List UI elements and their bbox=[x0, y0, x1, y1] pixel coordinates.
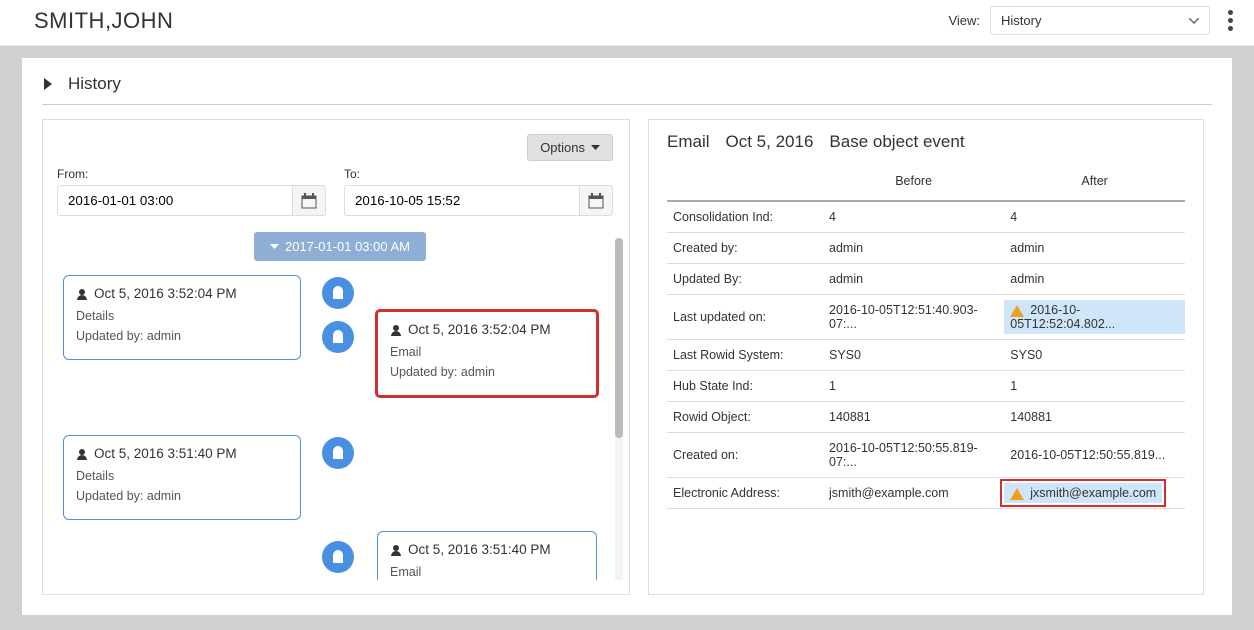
timeline-marker[interactable]: 2017-01-01 03:00 AM bbox=[254, 232, 426, 261]
row-after: SYS0 bbox=[1004, 340, 1185, 371]
card-type: Details bbox=[76, 469, 288, 483]
person-icon bbox=[76, 288, 88, 300]
row-label: Hub State Ind: bbox=[667, 371, 823, 402]
section-header: History bbox=[42, 72, 1212, 105]
table-row: Last Rowid System:SYS0SYS0 bbox=[667, 340, 1185, 371]
timeline-node[interactable] bbox=[322, 437, 354, 469]
from-date-input[interactable] bbox=[57, 185, 292, 216]
top-bar: SMITH,JOHN View: History bbox=[0, 0, 1254, 46]
row-label: Created on: bbox=[667, 433, 823, 478]
detail-panel: Email Oct 5, 2016 Base object event Befo… bbox=[648, 119, 1204, 595]
caret-down-icon bbox=[591, 145, 600, 151]
row-after: 2016-10-05T12:50:55.819... bbox=[1004, 433, 1185, 478]
row-after: 4 bbox=[1004, 201, 1185, 233]
card-updatedby: Updated by: admin bbox=[76, 489, 288, 503]
detail-entity: Email bbox=[667, 132, 710, 152]
person-icon bbox=[76, 448, 88, 460]
row-after: admin bbox=[1004, 233, 1185, 264]
table-row: Updated By:adminadmin bbox=[667, 264, 1185, 295]
table-row: Created on:2016-10-05T12:50:55.819-07:..… bbox=[667, 433, 1185, 478]
table-row: Last updated on:2016-10-05T12:51:40.903-… bbox=[667, 295, 1185, 340]
row-after: jxsmith@example.com bbox=[1004, 478, 1185, 509]
detail-event: Base object event bbox=[829, 132, 964, 152]
to-label: To: bbox=[344, 167, 613, 181]
row-label: Last updated on: bbox=[667, 295, 823, 340]
row-label: Rowid Object: bbox=[667, 402, 823, 433]
row-after: 1 bbox=[1004, 371, 1185, 402]
card-timestamp: Oct 5, 2016 3:51:40 PM bbox=[94, 446, 237, 461]
view-label: View: bbox=[948, 13, 980, 28]
history-card[interactable]: Oct 5, 2016 3:51:40 PM Email bbox=[377, 531, 597, 580]
view-dropdown[interactable]: History bbox=[990, 6, 1210, 35]
row-before: 4 bbox=[823, 201, 1004, 233]
row-before: admin bbox=[823, 233, 1004, 264]
history-card[interactable]: Oct 5, 2016 3:51:40 PM Details Updated b… bbox=[63, 435, 301, 520]
col-before: Before bbox=[823, 164, 1004, 201]
table-row: Rowid Object:140881140881 bbox=[667, 402, 1185, 433]
options-button[interactable]: Options bbox=[527, 134, 613, 161]
timeline-node[interactable] bbox=[322, 277, 354, 309]
card-timestamp: Oct 5, 2016 3:52:04 PM bbox=[94, 286, 237, 301]
row-after: 140881 bbox=[1004, 402, 1185, 433]
col-after: After bbox=[1004, 164, 1185, 201]
warning-icon bbox=[1010, 305, 1024, 317]
person-icon bbox=[390, 544, 402, 556]
row-before: 1 bbox=[823, 371, 1004, 402]
chevron-down-icon bbox=[1189, 18, 1199, 24]
marker-label: 2017-01-01 03:00 AM bbox=[285, 239, 410, 254]
row-before: 2016-10-05T12:51:40.903-07:... bbox=[823, 295, 1004, 340]
chevron-right-icon[interactable] bbox=[42, 77, 54, 91]
scrollbar[interactable] bbox=[615, 238, 623, 580]
card-type: Details bbox=[76, 309, 288, 323]
diff-table: Before After Consolidation Ind:44Created… bbox=[667, 164, 1185, 509]
card-timestamp: Oct 5, 2016 3:52:04 PM bbox=[408, 322, 551, 337]
calendar-icon[interactable] bbox=[579, 185, 613, 216]
row-after: admin bbox=[1004, 264, 1185, 295]
history-card[interactable]: Oct 5, 2016 3:52:04 PM Details Updated b… bbox=[63, 275, 301, 360]
calendar-icon[interactable] bbox=[292, 185, 326, 216]
card-updatedby: Updated by: admin bbox=[76, 329, 288, 343]
view-value: History bbox=[1001, 13, 1041, 28]
table-row: Consolidation Ind:44 bbox=[667, 201, 1185, 233]
history-card-selected[interactable]: Oct 5, 2016 3:52:04 PM Email Updated by:… bbox=[377, 311, 597, 396]
row-before: admin bbox=[823, 264, 1004, 295]
table-row: Hub State Ind:11 bbox=[667, 371, 1185, 402]
detail-date: Oct 5, 2016 bbox=[726, 132, 814, 152]
overflow-menu[interactable] bbox=[1220, 10, 1240, 31]
card-updatedby: Updated by: admin bbox=[390, 365, 584, 379]
timeline-panel: Options From: To: bbox=[42, 119, 630, 595]
row-label: Last Rowid System: bbox=[667, 340, 823, 371]
main-content: History Options From: bbox=[22, 58, 1232, 615]
row-before: 140881 bbox=[823, 402, 1004, 433]
row-label: Electronic Address: bbox=[667, 478, 823, 509]
row-label: Consolidation Ind: bbox=[667, 201, 823, 233]
row-before: jsmith@example.com bbox=[823, 478, 1004, 509]
detail-title: Email Oct 5, 2016 Base object event bbox=[667, 132, 1185, 152]
section-title: History bbox=[68, 74, 121, 94]
card-type: Email bbox=[390, 345, 584, 359]
person-icon bbox=[390, 324, 402, 336]
table-row: Electronic Address:jsmith@example.comjxs… bbox=[667, 478, 1185, 509]
row-after: 2016-10-05T12:52:04.802... bbox=[1004, 295, 1185, 340]
row-label: Created by: bbox=[667, 233, 823, 264]
to-date-input[interactable] bbox=[344, 185, 579, 216]
page-title: SMITH,JOHN bbox=[34, 8, 173, 34]
warning-icon bbox=[1010, 488, 1024, 500]
card-type: Email bbox=[390, 565, 584, 579]
card-timestamp: Oct 5, 2016 3:51:40 PM bbox=[408, 542, 551, 557]
options-label: Options bbox=[540, 140, 585, 155]
caret-down-icon bbox=[270, 244, 279, 250]
from-label: From: bbox=[57, 167, 326, 181]
row-before: SYS0 bbox=[823, 340, 1004, 371]
row-label: Updated By: bbox=[667, 264, 823, 295]
table-row: Created by:adminadmin bbox=[667, 233, 1185, 264]
timeline-node[interactable] bbox=[322, 541, 354, 573]
timeline-node[interactable] bbox=[322, 321, 354, 353]
row-before: 2016-10-05T12:50:55.819-07:... bbox=[823, 433, 1004, 478]
